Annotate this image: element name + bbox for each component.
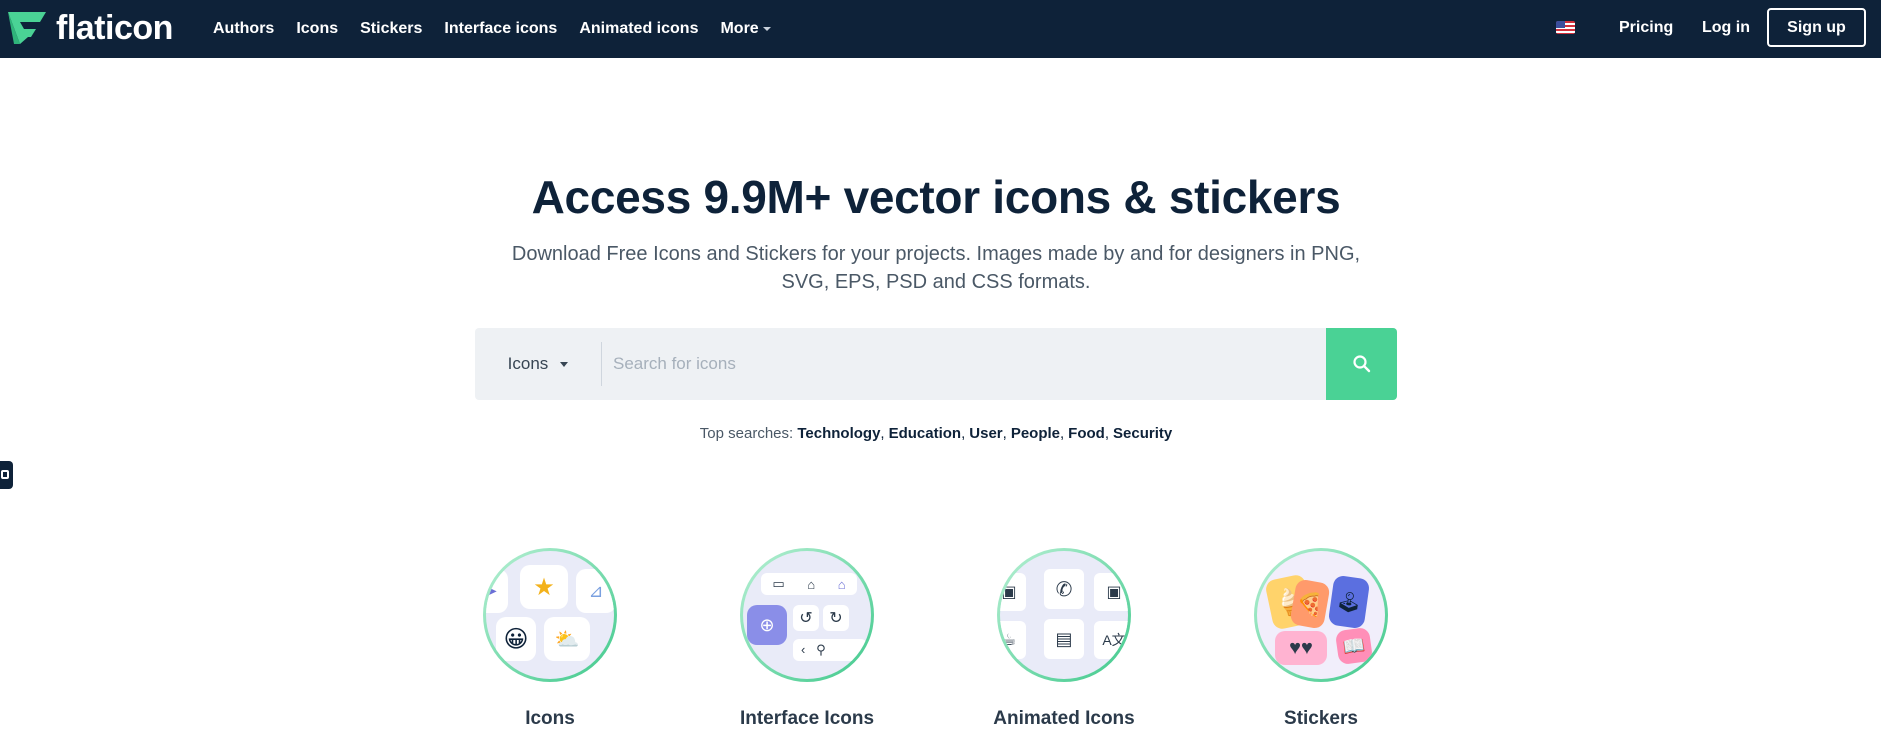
signup-button[interactable]: Sign up [1767, 8, 1866, 47]
pricing-link[interactable]: Pricing [1619, 19, 1673, 37]
chevron-down-icon [560, 361, 569, 367]
category-animated-icons-image: ▣ ✆ ▣ ☕ ▤ A文 [997, 548, 1131, 682]
logo-text: flaticon [56, 9, 173, 47]
clipboard-icon: ▤ [1044, 619, 1084, 659]
feedback-icon [1, 470, 9, 479]
top-searches: Top searches: Technology, Education, User,… [699, 425, 1173, 442]
translate-icon: A文 [1094, 621, 1128, 659]
icon-toolbar: ▭ ⌂ ⌂ [761, 573, 857, 595]
bookmark-icon: ⌂ [807, 576, 816, 592]
category-interface-icons[interactable]: ▭ ⌂ ⌂ ⊕ ↺ ↻ ‹ ⚲ Interface Icons [707, 548, 907, 730]
top-search-user[interactable]: User [969, 425, 1002, 442]
search-type-label: Icons [507, 354, 549, 373]
category-icons[interactable]: ➤ ★ ⊿ 😀 ⛅ Icons [450, 548, 650, 730]
undo-icon: ↺ [793, 605, 819, 631]
category-label: Animated Icons [993, 708, 1135, 729]
search-icon [1352, 355, 1370, 373]
weather-icon: ⛅ [544, 617, 590, 661]
nav-more-dropdown[interactable]: More [720, 20, 771, 38]
category-label: Stickers [1284, 708, 1358, 729]
chat-icon: ▭ [772, 576, 785, 591]
arcade-sticker-icon: 🕹 [1327, 574, 1371, 630]
category-interface-icons-image: ▭ ⌂ ⌂ ⊕ ↺ ↻ ‹ ⚲ [740, 548, 874, 682]
ruler-icon: ⊿ [576, 569, 614, 613]
book-sticker-icon: 📖 [1334, 626, 1374, 666]
pizza-sticker-icon: 🍕 [1289, 578, 1331, 630]
search-divider [601, 342, 602, 386]
star-icon: ★ [520, 565, 568, 609]
home-icon: ⌂ [837, 576, 846, 592]
us-flag-icon[interactable] [1556, 21, 1575, 34]
search-type-dropdown[interactable]: Icons [475, 328, 601, 400]
nav-animated-icons[interactable]: Animated icons [579, 20, 698, 38]
nav-interface-icons[interactable]: Interface icons [444, 20, 557, 38]
arrow-icon: ➤ [486, 569, 508, 613]
top-search-technology[interactable]: Technology [797, 425, 880, 442]
side-feedback-tab[interactable] [0, 461, 13, 489]
chevron-down-icon [762, 27, 771, 31]
search-bar: Icons [475, 328, 1397, 400]
category-animated-icons[interactable]: ▣ ✆ ▣ ☕ ▤ A文 Animated Icons [964, 548, 1164, 730]
category-label: Interface Icons [739, 708, 875, 729]
nav-more-label: More [720, 20, 759, 37]
top-navigation-bar: flaticon Authors Icons Stickers Interfac… [0, 0, 1881, 58]
hero-title: Access 9.9M+ vector icons & stickers [531, 171, 1341, 223]
mini-search-icon: ‹ ⚲ [793, 639, 867, 661]
category-icons-image: ➤ ★ ⊿ 😀 ⛅ [483, 548, 617, 682]
flaticon-logo-icon [8, 12, 46, 44]
briefcase-icon: ▣ [1000, 573, 1026, 611]
nav-icons[interactable]: Icons [296, 20, 338, 38]
top-search-security[interactable]: Security [1113, 425, 1172, 442]
cup-icon: ☕ [1000, 621, 1026, 659]
search-input[interactable] [613, 328, 1253, 400]
category-stickers[interactable]: 🍦 🍕 🕹 ♥♥ 📖 Stickers [1221, 548, 1421, 730]
category-stickers-image: 🍦 🍕 🕹 ♥♥ 📖 [1254, 548, 1388, 682]
nav-stickers[interactable]: Stickers [360, 20, 422, 38]
top-search-food[interactable]: Food [1068, 425, 1105, 442]
login-link[interactable]: Log in [1702, 19, 1750, 37]
main-nav: Authors Icons Stickers Interface icons A… [213, 0, 793, 58]
hero-subtitle: Download Free Icons and Stickers for you… [511, 243, 1361, 293]
add-icon: ⊕ [747, 605, 787, 645]
search-button[interactable] [1326, 328, 1397, 400]
top-searches-label: Top searches: [699, 425, 794, 442]
flaticon-logo[interactable]: flaticon [6, 9, 173, 47]
category-label: Icons [525, 708, 575, 729]
phone-icon: ✆ [1044, 569, 1084, 609]
top-search-people[interactable]: People [1011, 425, 1060, 442]
redo-icon: ↻ [823, 605, 849, 631]
nav-authors[interactable]: Authors [213, 20, 274, 38]
top-search-education[interactable]: Education [889, 425, 962, 442]
briefcase-icon: ▣ [1094, 573, 1128, 611]
hearts-sticker-icon: ♥♥ [1275, 631, 1327, 665]
smiley-icon: 😀 [496, 617, 536, 661]
